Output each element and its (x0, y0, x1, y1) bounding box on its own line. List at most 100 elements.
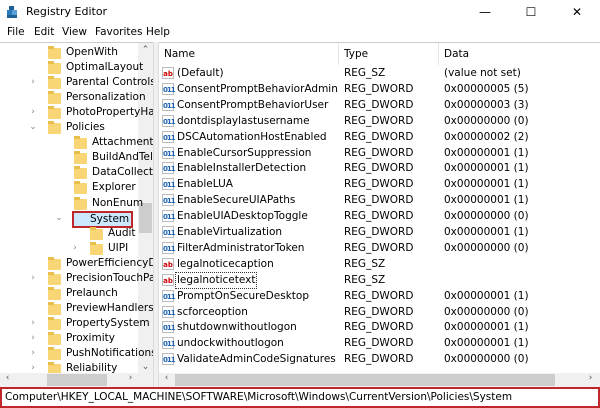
value-row[interactable]: 011 EnableLUA REG_DWORD 0x00000001 (1) (159, 177, 600, 192)
tree-node-label: PrecisionTouchPa (66, 271, 153, 284)
value-row[interactable]: 011 undockwithoutlogon REG_DWORD 0x00000… (159, 336, 600, 351)
value-row[interactable]: 011 ValidateAdminCodeSignatures REG_DWOR… (159, 352, 600, 367)
tree-node-label: NonEnum (92, 196, 144, 209)
value-name: EnableInstallerDetection (177, 162, 307, 175)
expand-chevron-icon[interactable]: › (28, 271, 38, 286)
value-type: REG_SZ (344, 67, 386, 79)
string-value-icon: ab (162, 257, 174, 270)
value-row[interactable]: 011 dontdisplaylastusername REG_DWORD 0x… (159, 114, 600, 129)
value-type: REG_DWORD (344, 289, 414, 302)
value-row[interactable]: 011 EnableCursorSuppression REG_DWORD 0x… (159, 146, 600, 161)
column-header-type[interactable]: Type (339, 43, 439, 65)
scroll-up-icon[interactable]: ⌃ (138, 45, 153, 55)
value-data: 0x00000001 (1) (444, 162, 529, 175)
tree-node-label: Proximity (66, 331, 115, 344)
menu-edit[interactable]: Edit (34, 26, 54, 38)
value-row[interactable]: ab legalnoticetext REG_SZ (159, 271, 600, 289)
column-header-data[interactable]: Data (439, 43, 600, 65)
value-name: FilterAdministratorToken (177, 241, 305, 254)
folder-icon (48, 91, 61, 105)
scrollbar-thumb[interactable] (175, 374, 555, 386)
tree-node-label: BuildAndTel (92, 151, 153, 164)
value-name: scforceoption (177, 305, 248, 318)
value-row[interactable]: 011 EnableInstallerDetection REG_DWORD 0… (159, 161, 600, 176)
value-data: 0x00000001 (1) (444, 321, 529, 334)
value-row[interactable]: 011 FilterAdministratorToken REG_DWORD 0… (159, 241, 600, 256)
key-tree[interactable]: ⌃ ⌄ OpenWith OptimalLayout › Parental Contr… (0, 42, 153, 373)
tree-node-label: PushNotifications (66, 347, 153, 359)
value-data: 0x00000001 (1) (444, 226, 529, 238)
value-name: EnableVirtualization (177, 226, 283, 238)
tree-node-label: Personalization (66, 91, 146, 104)
value-name: ConsentPromptBehaviorAdmin (177, 82, 338, 95)
expand-chevron-icon[interactable]: › (28, 75, 38, 90)
value-data: 0x00000001 (1) (444, 178, 529, 191)
string-value-icon: ab (162, 67, 174, 79)
value-type: REG_DWORD (344, 146, 414, 159)
scroll-left-icon[interactable]: ‹ (0, 373, 15, 383)
scroll-left-icon[interactable]: ‹ (159, 373, 174, 383)
value-row[interactable]: 011 PromptOnSecureDesktop REG_DWORD 0x00… (159, 289, 600, 304)
tree-node-label: Explorer (92, 181, 136, 194)
value-name: legalnoticetext (174, 271, 258, 289)
binary-value-icon: 011 (162, 289, 176, 302)
collapse-chevron-icon[interactable]: ⌄ (54, 211, 64, 226)
expand-chevron-icon[interactable]: › (70, 241, 80, 256)
menu-file[interactable]: File (7, 26, 25, 38)
menu-help[interactable]: Help (146, 26, 170, 38)
expand-chevron-icon[interactable]: › (28, 331, 38, 346)
column-header-name[interactable]: Name (159, 43, 339, 65)
value-row[interactable]: 011 ConsentPromptBehaviorAdmin REG_DWORD… (159, 82, 600, 97)
scroll-right-icon[interactable]: › (123, 373, 138, 383)
maximize-button[interactable]: ☐ (508, 0, 554, 24)
value-data: 0x00000005 (5) (444, 82, 529, 95)
menu-favorites[interactable]: Favorites (95, 26, 142, 38)
tree-node-label: Reliability (66, 362, 118, 373)
value-row[interactable]: 011 scforceoption REG_DWORD 0x00000000 (… (159, 305, 600, 320)
folder-icon (48, 301, 61, 315)
binary-value-icon: 011 (162, 241, 176, 254)
value-name: (Default) (177, 67, 224, 79)
binary-value-icon: 011 (162, 353, 176, 366)
binary-value-icon: 011 (162, 114, 176, 127)
expand-chevron-icon[interactable]: › (28, 105, 38, 120)
value-data: 0x00000001 (1) (444, 289, 529, 302)
expand-chevron-icon[interactable]: › (28, 346, 38, 361)
tree-horizontal-scrollbar[interactable]: ‹ › (0, 373, 153, 387)
list-horizontal-scrollbar[interactable]: ‹ › (159, 373, 600, 387)
menu-view[interactable]: View (62, 26, 87, 38)
value-row[interactable]: ab (Default) REG_SZ (value not set) (159, 66, 600, 81)
value-row[interactable]: 011 shutdownwithoutlogon REG_DWORD 0x000… (159, 320, 600, 335)
scroll-right-icon[interactable]: › (583, 373, 598, 383)
collapse-chevron-icon[interactable]: ⌄ (28, 120, 38, 135)
tree-node-label: Audit (108, 226, 136, 239)
scrollbar-thumb[interactable] (47, 374, 107, 386)
value-row[interactable]: 011 EnableUIADesktopToggle REG_DWORD 0x0… (159, 209, 600, 224)
folder-icon (74, 196, 87, 210)
value-row[interactable]: ab legalnoticecaption REG_SZ (159, 257, 600, 272)
folder-icon (90, 241, 103, 255)
value-data: 0x00000001 (1) (444, 146, 529, 159)
value-type: REG_DWORD (344, 210, 414, 223)
value-row[interactable]: 011 ConsentPromptBehaviorUser REG_DWORD … (159, 98, 600, 113)
values-list[interactable]: Name Type Data ab (Default) REG_SZ (valu… (159, 42, 600, 373)
minimize-button[interactable]: — (462, 0, 508, 24)
value-type: REG_DWORD (344, 130, 414, 143)
folder-icon (48, 331, 61, 345)
value-row[interactable]: 011 EnableSecureUIAPaths REG_DWORD 0x000… (159, 193, 600, 208)
scroll-down-icon[interactable]: ⌄ (138, 362, 153, 372)
registry-editor-icon (7, 6, 17, 18)
value-name: ConsentPromptBehaviorUser (177, 98, 329, 111)
binary-value-icon: 011 (162, 98, 176, 111)
value-row[interactable]: 011 DSCAutomationHostEnabled REG_DWORD 0… (159, 130, 600, 145)
value-name: DSCAutomationHostEnabled (177, 130, 327, 143)
expand-chevron-icon[interactable]: › (28, 361, 38, 373)
title-bar: Registry Editor — ☐ ✕ (0, 0, 600, 24)
binary-value-icon: 011 (162, 194, 176, 207)
value-data: 0x00000003 (3) (444, 98, 529, 111)
value-row[interactable]: 011 EnableVirtualization REG_DWORD 0x000… (159, 225, 600, 240)
close-button[interactable]: ✕ (554, 0, 600, 24)
window-title: Registry Editor (26, 5, 108, 18)
expand-chevron-icon[interactable]: › (28, 316, 38, 331)
folder-icon (74, 151, 87, 165)
